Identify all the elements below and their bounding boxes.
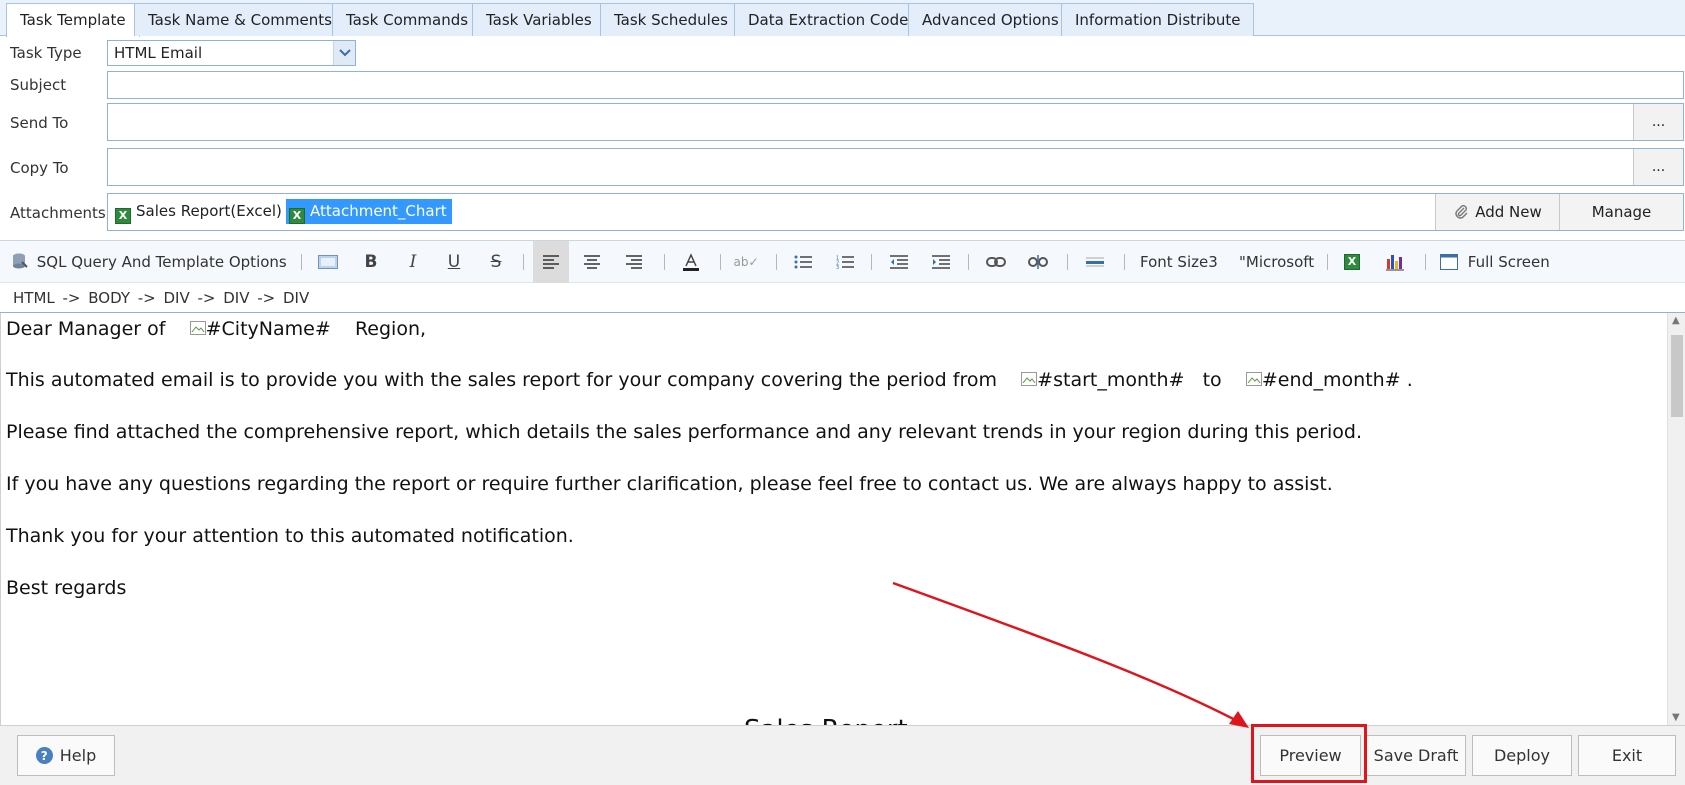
spellcheck-icon[interactable]: ab✓ bbox=[733, 249, 759, 275]
font-size-select[interactable]: Font Size3 bbox=[1140, 249, 1218, 275]
editor-toolbar: SQL Query And Template Options B I U S a… bbox=[0, 240, 1685, 283]
exit-button[interactable]: Exit bbox=[1578, 735, 1676, 776]
excel-insert-icon: X bbox=[1344, 254, 1360, 270]
scroll-down-icon[interactable]: ▼ bbox=[1672, 712, 1680, 723]
bullet-list-icon[interactable] bbox=[790, 249, 816, 275]
tab-task-name-comments[interactable]: Task Name & Comments bbox=[134, 3, 346, 36]
broken-image-icon bbox=[189, 321, 206, 335]
help-button[interactable]: ? Help bbox=[17, 735, 115, 776]
chevron-down-icon[interactable] bbox=[333, 41, 355, 65]
deploy-button[interactable]: Deploy bbox=[1472, 735, 1572, 776]
excel-icon[interactable]: X bbox=[1339, 249, 1365, 275]
underline-button[interactable]: U bbox=[441, 249, 467, 275]
editor-scrollbar[interactable]: ▲ ▼ bbox=[1667, 313, 1685, 725]
tab-advanced-options[interactable]: Advanced Options bbox=[908, 3, 1073, 36]
task-type-select[interactable]: HTML Email bbox=[107, 40, 356, 66]
numbered-list-icon[interactable]: 123 bbox=[832, 249, 858, 275]
strikethrough-button[interactable]: S bbox=[483, 249, 509, 275]
align-left-icon[interactable] bbox=[533, 241, 569, 283]
full-screen-icon bbox=[1440, 254, 1458, 270]
broken-image-icon bbox=[1245, 372, 1262, 386]
tab-bar: Task Template Task Name & Comments Task … bbox=[0, 0, 1685, 37]
paperclip-icon bbox=[1455, 205, 1468, 219]
link-icon[interactable] bbox=[983, 249, 1009, 275]
tab-task-schedules[interactable]: Task Schedules bbox=[600, 3, 742, 36]
subject-label: Subject bbox=[10, 76, 67, 94]
tab-task-commands[interactable]: Task Commands bbox=[332, 3, 483, 36]
font-color-icon[interactable] bbox=[678, 249, 704, 275]
outdent-icon[interactable] bbox=[886, 249, 912, 275]
broken-image-icon bbox=[1021, 372, 1038, 386]
placeholder-end-month: #end_month# bbox=[1245, 369, 1407, 391]
align-center-icon[interactable] bbox=[579, 249, 605, 275]
align-right-icon[interactable] bbox=[621, 249, 647, 275]
scroll-up-icon[interactable]: ▲ bbox=[1672, 315, 1680, 326]
email-line-greeting: Dear Manager of #CityName# Region, bbox=[6, 318, 427, 340]
subject-input[interactable] bbox=[107, 71, 1684, 99]
element-path-breadcrumb: HTML -> BODY -> DIV -> DIV -> DIV bbox=[0, 283, 1685, 313]
unlink-icon[interactable] bbox=[1025, 249, 1051, 275]
report-heading-partial: Sales Report bbox=[744, 715, 908, 725]
copy-to-label: Copy To bbox=[10, 159, 69, 177]
html-editor[interactable]: Dear Manager of #CityName# Region, This … bbox=[0, 313, 1685, 725]
email-line-period: This automated email is to provide you w… bbox=[6, 369, 1413, 391]
excel-icon: X bbox=[289, 208, 305, 224]
copy-to-input[interactable]: ... bbox=[107, 148, 1684, 186]
bold-button[interactable]: B bbox=[358, 249, 384, 275]
send-to-browse-button[interactable]: ... bbox=[1633, 104, 1683, 140]
email-line-regards: Best regards bbox=[6, 577, 127, 599]
database-icon bbox=[13, 253, 28, 269]
add-new-attachment-button[interactable]: Add New bbox=[1435, 194, 1559, 230]
image-icon[interactable] bbox=[315, 249, 341, 275]
attachments-list: X Sales Report(Excel) X Attachment_Chart A… bbox=[107, 193, 1684, 231]
tab-information-distribute[interactable]: Information Distribute bbox=[1061, 3, 1255, 36]
task-type-label: Task Type bbox=[10, 44, 82, 62]
sql-options-button[interactable]: SQL Query And Template Options bbox=[12, 249, 287, 275]
save-draft-button[interactable]: Save Draft bbox=[1366, 735, 1466, 776]
scroll-thumb[interactable] bbox=[1671, 335, 1683, 417]
email-line-questions: If you have any questions regarding the … bbox=[6, 473, 1333, 495]
task-type-value: HTML Email bbox=[114, 44, 203, 62]
attachment-item-selected[interactable]: X Attachment_Chart bbox=[286, 199, 452, 224]
italic-button[interactable]: I bbox=[400, 249, 426, 275]
tab-data-extraction-code[interactable]: Data Extraction Code bbox=[734, 3, 923, 36]
indent-icon[interactable] bbox=[928, 249, 954, 275]
font-name-select[interactable]: "Microsoft bbox=[1239, 249, 1314, 275]
email-line-thanks: Thank you for your attention to this aut… bbox=[6, 525, 574, 547]
svg-text:3: 3 bbox=[836, 265, 839, 269]
placeholder-start-month: #start_month# bbox=[1021, 369, 1190, 391]
excel-icon: X bbox=[115, 208, 131, 224]
send-to-label: Send To bbox=[10, 114, 69, 132]
help-icon: ? bbox=[35, 747, 53, 764]
send-to-input[interactable]: ... bbox=[107, 103, 1684, 141]
preview-highlight-box bbox=[1251, 724, 1367, 783]
tab-task-variables[interactable]: Task Variables bbox=[472, 3, 606, 36]
placeholder-city-name: #CityName# bbox=[189, 318, 337, 340]
full-screen-button[interactable]: Full Screen bbox=[1440, 249, 1550, 275]
horizontal-rule-icon[interactable] bbox=[1082, 249, 1108, 275]
email-line-attached: Please find attached the comprehensive r… bbox=[6, 421, 1363, 443]
chart-icon[interactable] bbox=[1382, 249, 1408, 275]
attachment-item[interactable]: X Sales Report(Excel) bbox=[113, 199, 282, 224]
tab-task-template[interactable]: Task Template bbox=[6, 3, 140, 37]
attachments-label: Attachments bbox=[10, 204, 106, 222]
action-bar: ? Help Preview Save Draft Deploy Exit bbox=[0, 725, 1685, 785]
copy-to-browse-button[interactable]: ... bbox=[1633, 149, 1683, 185]
manage-attachments-button[interactable]: Manage bbox=[1559, 194, 1683, 230]
